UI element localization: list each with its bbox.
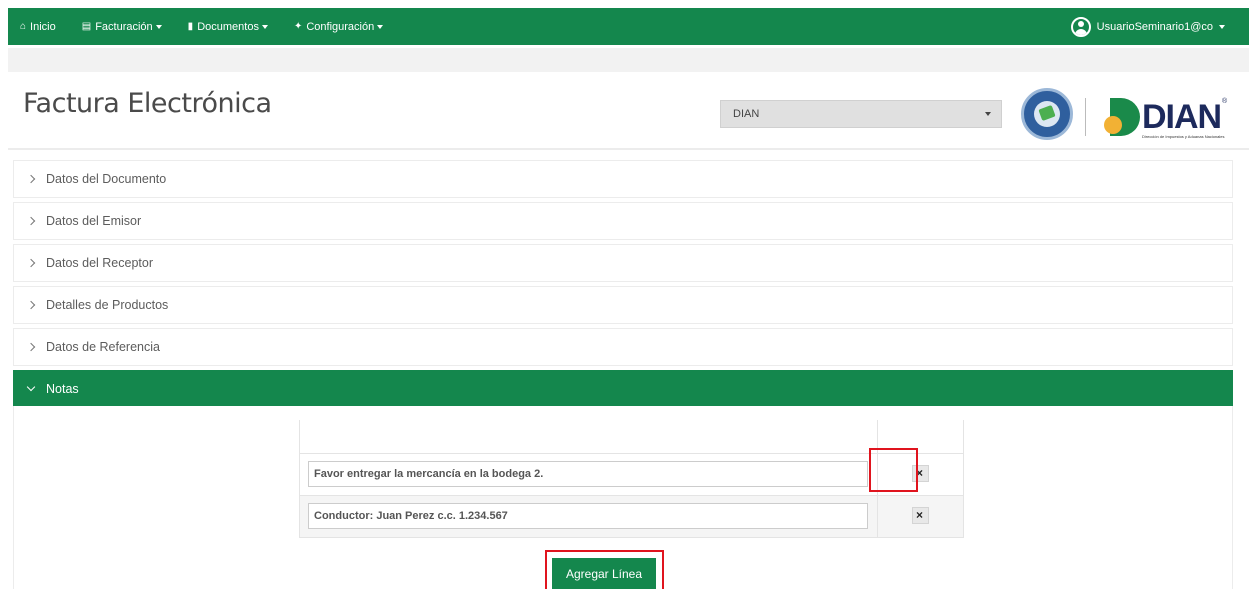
seal-logo <box>1021 88 1073 140</box>
nav-configuracion[interactable]: ✦ Configuración <box>293 20 384 33</box>
chevron-right-icon <box>26 342 36 352</box>
invoice-accordion: Datos del Documento Datos del Emisor Dat… <box>13 160 1233 412</box>
invoice-icon: ▤ <box>81 21 92 32</box>
user-name: UsuarioSeminario1@co <box>1096 20 1213 33</box>
chevron-down-icon <box>26 382 36 392</box>
page-header: Factura Electrónica DIAN DIAN ® Direcció… <box>8 72 1249 150</box>
nav-facturacion[interactable]: ▤ Facturación <box>82 21 162 33</box>
section-datos-documento[interactable]: Datos del Documento <box>13 160 1233 198</box>
page-title: Factura Electrónica <box>23 88 272 119</box>
chevron-right-icon <box>26 216 36 226</box>
trademark-symbol: ® <box>1222 98 1228 105</box>
nav-facturacion-label: Facturación <box>95 20 153 33</box>
home-icon: ⌂ <box>20 21 27 32</box>
chevron-right-icon <box>26 258 36 268</box>
dian-logo-dot <box>1104 116 1122 134</box>
highlight-delete-button <box>869 448 918 492</box>
nav-documentos-label: Documentos <box>197 20 259 33</box>
section-notas[interactable]: Notas <box>13 370 1233 408</box>
section-detalles-productos[interactable]: Detalles de Productos <box>13 286 1233 324</box>
note-input-2[interactable] <box>308 503 868 529</box>
delete-note-button-2[interactable]: × <box>911 507 929 525</box>
close-icon: × <box>915 508 923 523</box>
section-label: Datos del Documento <box>46 172 167 186</box>
nav-inicio[interactable]: ⌂ Inicio <box>20 21 56 33</box>
user-menu[interactable]: UsuarioSeminario1@co <box>1070 16 1225 37</box>
authority-select[interactable]: DIAN <box>720 100 1002 128</box>
wrench-icon: ✦ <box>293 21 303 32</box>
section-datos-receptor[interactable]: Datos del Receptor <box>13 244 1233 282</box>
section-label: Detalles de Productos <box>46 298 169 312</box>
chevron-right-icon <box>26 174 36 184</box>
notes-table-header <box>299 420 965 454</box>
table-row: × <box>299 452 965 496</box>
notes-table: × × <box>299 420 965 538</box>
section-label: Datos del Receptor <box>46 256 154 270</box>
top-navbar: ⌂ Inicio ▤ Facturación ▮ Documentos ✦ Co… <box>8 8 1249 45</box>
user-icon <box>1070 16 1091 37</box>
authority-select-value: DIAN <box>733 108 760 120</box>
logo-divider <box>1085 98 1086 136</box>
chevron-down-icon <box>985 112 991 116</box>
highlight-add-button <box>545 550 664 589</box>
chevron-right-icon <box>26 300 36 310</box>
section-label: Datos de Referencia <box>46 340 160 354</box>
caret-down-icon <box>261 24 268 29</box>
dian-logo-subtitle: Dirección de Impuestos y Aduanas Naciona… <box>1142 134 1225 139</box>
caret-down-icon <box>155 24 162 29</box>
caret-down-icon <box>1219 24 1225 29</box>
nav-documentos[interactable]: ▮ Documentos <box>188 21 268 33</box>
section-datos-emisor[interactable]: Datos del Emisor <box>13 202 1233 240</box>
section-datos-referencia[interactable]: Datos de Referencia <box>13 328 1233 366</box>
dian-logo-word: DIAN <box>1142 98 1222 136</box>
document-icon: ▮ <box>187 21 194 32</box>
spacer-band <box>8 48 1249 72</box>
section-label: Datos del Emisor <box>46 214 142 228</box>
dian-logo: DIAN ® Dirección de Impuestos y Aduanas … <box>1096 92 1228 142</box>
nav-configuracion-label: Configuración <box>306 20 375 33</box>
caret-down-icon <box>377 24 384 29</box>
section-label: Notas <box>46 382 79 396</box>
nav-inicio-label: Inicio <box>30 20 56 33</box>
note-input-1[interactable] <box>308 461 868 487</box>
table-row: × <box>299 494 965 538</box>
